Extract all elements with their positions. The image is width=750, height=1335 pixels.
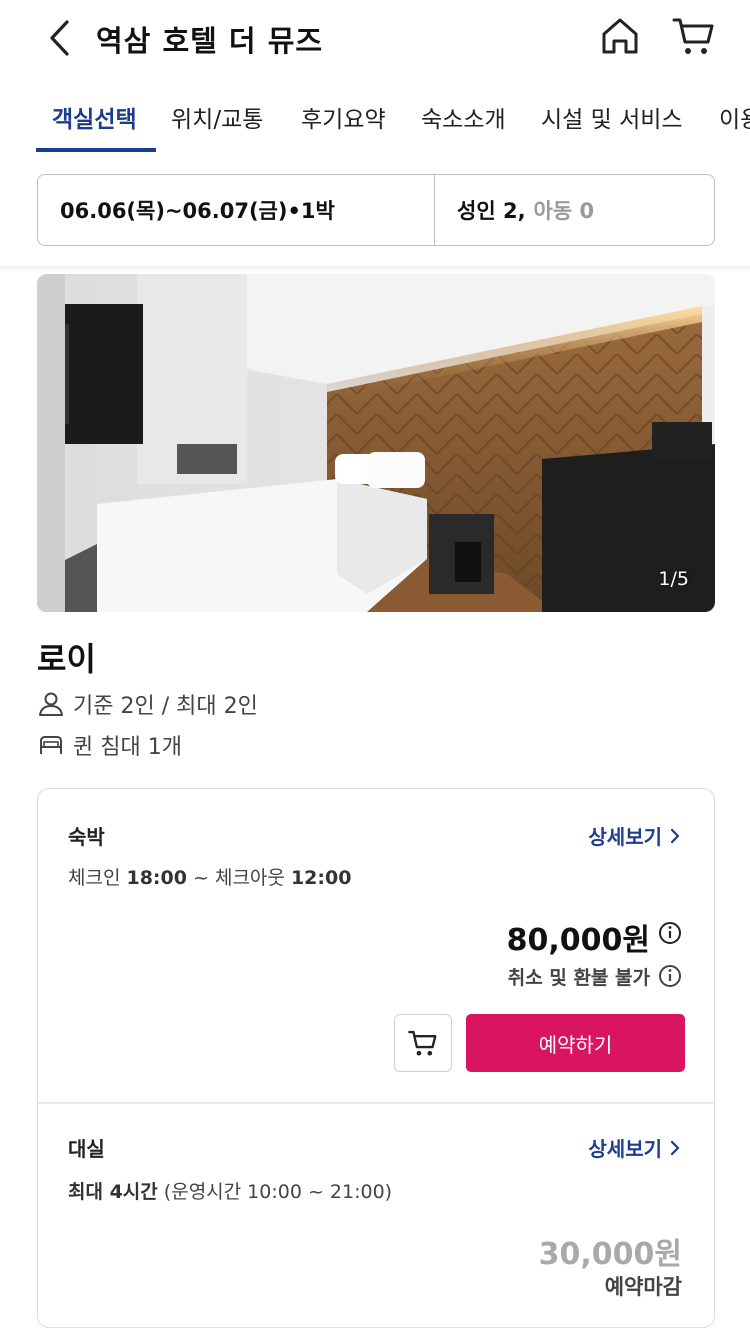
tab-room-select[interactable]: 객실선택 bbox=[52, 100, 137, 152]
tab-facilities[interactable]: 시설 및 서비스 bbox=[541, 100, 683, 152]
tab-usage[interactable]: 이용 bbox=[719, 100, 750, 152]
room-name: 로이 bbox=[37, 640, 96, 678]
plan-divider bbox=[38, 1102, 713, 1104]
cart-icon bbox=[672, 18, 714, 54]
active-tab-indicator bbox=[36, 148, 156, 152]
capacity-text: 기준 2인 / 최대 2인 bbox=[73, 694, 258, 719]
dayuse-detail-text: 상세보기 bbox=[588, 1137, 662, 1161]
dayuse-status: 예약마감 bbox=[604, 1275, 682, 1299]
stay-time: 체크인 18:00 ~ 체크아웃 12:00 bbox=[68, 863, 351, 890]
home-icon bbox=[602, 18, 638, 54]
person-icon bbox=[37, 690, 65, 718]
bed-row: 퀸 침대 1개 bbox=[37, 729, 182, 761]
chevron-right-icon bbox=[670, 828, 680, 843]
refund-info-icon[interactable] bbox=[658, 964, 682, 988]
dayuse-plan-label: 대실 bbox=[68, 1137, 105, 1161]
guest-selector[interactable]: 성인 2, 아동 0 bbox=[435, 175, 714, 245]
room-photo[interactable]: 1/5 bbox=[37, 274, 715, 612]
home-button[interactable] bbox=[598, 14, 642, 58]
checkout-time: 12:00 bbox=[290, 867, 352, 889]
dayuse-max-hours: 최대 4시간 bbox=[68, 1181, 158, 1203]
children-count: 아동 0 bbox=[533, 199, 595, 223]
back-button[interactable] bbox=[40, 14, 80, 62]
page-title: 역삼 호텔 더 뮤즈 bbox=[96, 24, 324, 58]
divider bbox=[0, 266, 750, 272]
dayuse-hours-note: (운영시간 10:00 ~ 21:00) bbox=[157, 1181, 393, 1203]
price-info-icon[interactable] bbox=[658, 921, 682, 945]
bed-icon bbox=[37, 731, 65, 759]
chevron-left-icon bbox=[50, 20, 69, 56]
stay-detail-text: 상세보기 bbox=[588, 825, 662, 849]
refund-policy: 취소 및 환불 불가 bbox=[507, 967, 650, 989]
header: 역삼 호텔 더 뮤즈 bbox=[0, 0, 750, 78]
dayuse-detail-link[interactable]: 상세보기 bbox=[588, 1133, 680, 1162]
stay-price: 80,000원 bbox=[506, 923, 650, 958]
bed-text: 퀸 침대 1개 bbox=[73, 735, 182, 760]
checkin-prefix: 체크인 bbox=[68, 867, 127, 889]
stay-detail-link[interactable]: 상세보기 bbox=[588, 821, 680, 850]
rate-plans-card: 숙박 상세보기 체크인 18:00 ~ 체크아웃 12:00 80,000원 취… bbox=[37, 788, 715, 1328]
capacity-row: 기준 2인 / 최대 2인 bbox=[37, 688, 258, 720]
tab-bar: 객실선택 위치/교통 후기요약 숙소소개 시설 및 서비스 이용 bbox=[0, 90, 750, 152]
photo-counter: 1/5 bbox=[658, 568, 689, 590]
search-summary: 06.06(목)~06.07(금)•1박 성인 2, 아동 0 bbox=[37, 174, 715, 246]
room-image bbox=[37, 274, 715, 612]
tab-review-summary[interactable]: 후기요약 bbox=[301, 100, 386, 152]
dayuse-price: 30,000원 bbox=[538, 1237, 682, 1272]
reserve-button[interactable]: 예약하기 bbox=[466, 1014, 685, 1072]
date-selector[interactable]: 06.06(목)~06.07(금)•1박 bbox=[38, 175, 435, 245]
stay-plan-label: 숙박 bbox=[68, 825, 105, 849]
cart-icon bbox=[408, 1030, 437, 1056]
chevron-right-icon bbox=[670, 1140, 680, 1155]
tab-location[interactable]: 위치/교통 bbox=[171, 100, 263, 152]
tab-property-intro[interactable]: 숙소소개 bbox=[421, 100, 506, 152]
checkout-prefix: ~ 체크아웃 bbox=[186, 867, 291, 889]
dayuse-time: 최대 4시간 (운영시간 10:00 ~ 21:00) bbox=[68, 1177, 392, 1204]
cart-button[interactable] bbox=[670, 14, 718, 58]
add-to-cart-button[interactable] bbox=[394, 1014, 452, 1072]
checkin-time: 18:00 bbox=[126, 867, 187, 889]
adults-count: 성인 2, bbox=[457, 199, 526, 223]
